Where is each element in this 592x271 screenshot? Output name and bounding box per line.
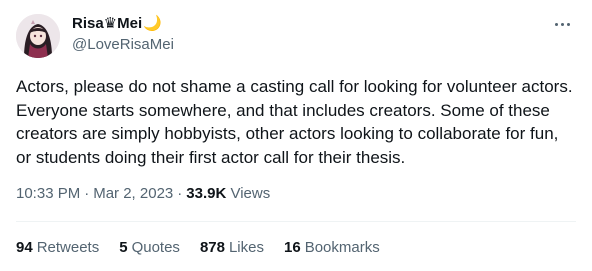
- more-icon-dot: [560, 22, 564, 26]
- likes-label: Likes: [228, 239, 264, 256]
- retweets-label: Retweets: [36, 239, 100, 256]
- bookmarks-label: Bookmarks: [304, 239, 380, 256]
- author-name[interactable]: Risa♛Mei🌙: [72, 14, 162, 34]
- author-handle[interactable]: @LoveRisaMei: [72, 35, 174, 55]
- engagement-stats: 94 Retweets 5 Quotes 878 Likes 16 Bookmarks: [16, 238, 380, 258]
- tweet-date[interactable]: Mar 2, 2023: [93, 185, 173, 202]
- bookmarks-stat[interactable]: 16 Bookmarks: [284, 238, 380, 258]
- separator-dot: ·: [177, 185, 183, 202]
- bookmarks-count: 16: [284, 239, 301, 256]
- more-options-button[interactable]: [550, 18, 574, 30]
- views-count: 33.9K: [186, 185, 227, 202]
- likes-count: 878: [199, 239, 225, 256]
- retweets-count: 94: [16, 239, 33, 256]
- avatar[interactable]: [16, 14, 60, 58]
- author-display-name: Risa♛Mei: [72, 15, 143, 32]
- retweets-stat[interactable]: 94 Retweets: [16, 238, 99, 258]
- quotes-count: 5: [119, 239, 128, 256]
- likes-stat[interactable]: 878 Likes: [200, 238, 264, 258]
- views-label: Views: [230, 185, 271, 202]
- divider: [16, 221, 576, 222]
- tweet-meta: 10:33 PM · Mar 2, 2023 · 33.9K Views: [16, 184, 270, 204]
- tweet-text: Actors, please do not shame a casting ca…: [16, 77, 573, 167]
- quotes-label: Quotes: [131, 239, 180, 256]
- more-horizontal-icon: [554, 22, 558, 26]
- tweet-time[interactable]: 10:33 PM: [16, 185, 80, 202]
- more-icon-dot: [566, 22, 570, 26]
- separator-dot: ·: [84, 185, 90, 202]
- moon-emoji-icon: 🌙: [143, 15, 162, 32]
- avatar-image: [16, 14, 60, 58]
- quotes-stat[interactable]: 5 Quotes: [119, 238, 180, 258]
